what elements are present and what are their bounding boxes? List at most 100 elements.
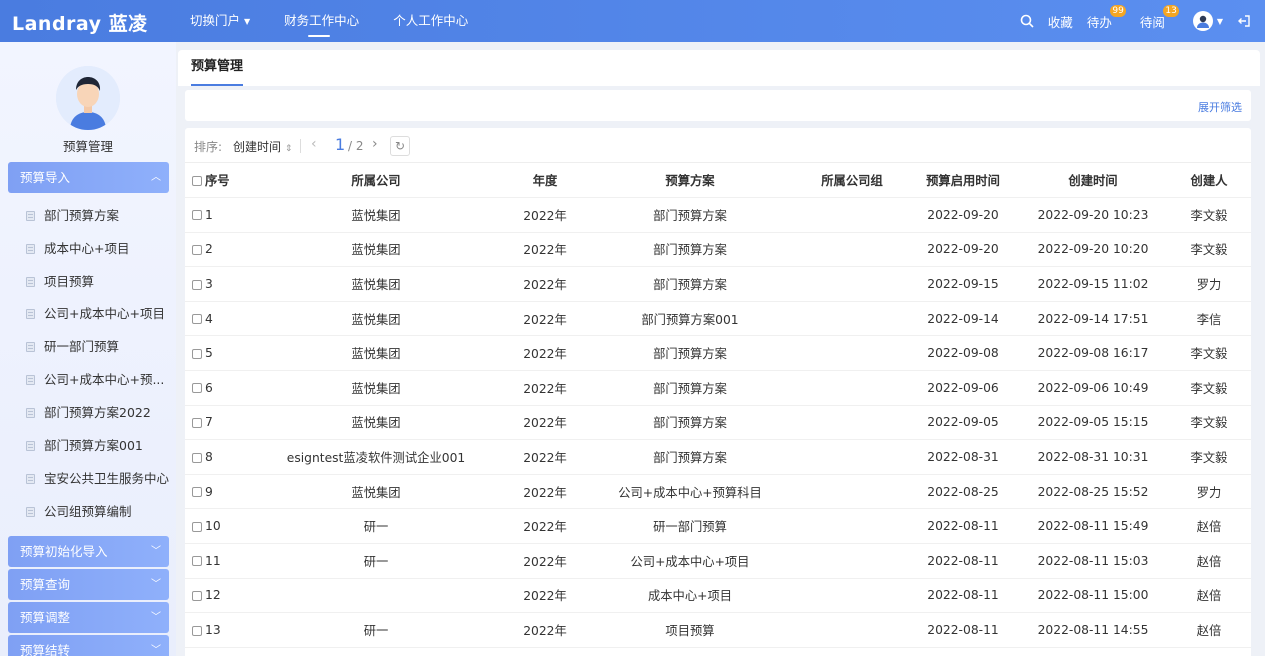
col-creator[interactable]: 创建人 (1167, 163, 1251, 199)
logout-icon[interactable] (1237, 14, 1251, 28)
sidebar-item-cost-center-project[interactable]: 成本中心+项目 (8, 236, 169, 262)
col-seq[interactable]: 序号 (205, 163, 245, 199)
tab-bar: 预算管理 (178, 50, 1260, 86)
table-row[interactable]: 10 研一 2022年 研一部门预算 2022-08-11 2022-08-11 15:4… (185, 508, 1251, 545)
table-row[interactable]: 4 蓝悦集团 2022年 部门预算方案001 2022-09-14 2022-09-14 … (185, 301, 1251, 337)
tab-budget-management[interactable]: 预算管理 (191, 50, 244, 86)
cell-creator: 罗力 (1167, 266, 1251, 302)
cell-group (797, 439, 907, 475)
table-row[interactable]: 6 蓝悦集团 2022年 部门预算方案 2022-09-06 2022-09-06 10:… (185, 370, 1251, 406)
sidebar-item-dept-budget-plan[interactable]: 部门预算方案 (8, 203, 169, 229)
cell-seq: 7 (205, 405, 245, 441)
nav-finance-center[interactable]: 财务工作中心 (284, 0, 359, 42)
table-row[interactable]: 2 蓝悦集团 2022年 部门预算方案 2022-09-20 2022-09-20 10:… (185, 232, 1251, 268)
sidebar-item-baoan-health-center[interactable]: 宝安公共卫生服务中心 (8, 466, 169, 492)
menu-group-budget-query[interactable]: 预算查询 ﹀ (8, 569, 169, 600)
sidebar-item-company-cost-budget[interactable]: 公司+成本中心+预... (8, 367, 169, 393)
row-checkbox[interactable] (185, 266, 205, 302)
cell-start: 2022-09-08 (907, 335, 1019, 372)
cell-group (797, 543, 907, 579)
cell-plan: 成本中心+项目 (583, 578, 797, 614)
next-page-icon[interactable]: › (372, 136, 378, 152)
cell-start: 2022-09-14 (907, 301, 1019, 337)
cell-company: esigntest蓝凌软件测试企业001 (245, 439, 507, 475)
cell-plan: 部门预算方案 (583, 405, 797, 441)
user-menu[interactable]: ▼ (1192, 11, 1223, 31)
cell-creator: 李文毅 (1167, 370, 1251, 406)
cell-plan: 公司+成本中心+项目 (583, 543, 797, 579)
cell-plan: 部门预算方案 (583, 197, 797, 233)
row-checkbox[interactable] (185, 232, 205, 268)
divider (300, 139, 301, 153)
row-checkbox[interactable] (185, 439, 205, 475)
table-row[interactable]: 7 蓝悦集团 2022年 部门预算方案 2022-09-05 2022-09-05 15:… (185, 405, 1251, 441)
table-row[interactable]: 11 研一 2022年 公司+成本中心+项目 2022-08-11 2022-08-11 … (185, 543, 1251, 579)
sidebar-item-dept-plan-2022[interactable]: 部门预算方案2022 (8, 400, 169, 426)
document-icon (26, 244, 35, 254)
search-icon[interactable] (1020, 14, 1034, 28)
col-plan[interactable]: 预算方案 (583, 163, 797, 199)
prev-page-icon[interactable]: ‹ (311, 136, 317, 152)
filter-bar: 展开筛选 (185, 90, 1251, 121)
cell-creator: 赵倍 (1167, 578, 1251, 614)
landray-logo[interactable]: Landray 蓝凌 (12, 9, 148, 36)
row-checkbox[interactable] (185, 197, 205, 233)
select-all-checkbox[interactable] (185, 163, 205, 199)
expand-filter-link[interactable]: 展开筛选 (1198, 90, 1242, 126)
col-year[interactable]: 年度 (507, 163, 583, 199)
todo-badge: 99 (1110, 4, 1126, 17)
sidebar-item-project-budget[interactable]: 项目预算 (8, 269, 169, 295)
current-page[interactable]: 1 (335, 135, 345, 154)
cell-company: 蓝悦集团 (245, 232, 507, 268)
toread-link[interactable]: 待阅 13 (1140, 4, 1179, 31)
budget-table: 序号 所属公司 年度 预算方案 所属公司组 预算启用时间 创建时间 创建人 1蓝… (185, 163, 1251, 648)
cell-created: 2022-09-05 15:15 (1019, 405, 1167, 441)
cell-start: 2022-08-31 (907, 439, 1019, 475)
menu-group-budget-adjust[interactable]: 预算调整 ﹀ (8, 602, 169, 633)
top-right-tools: 收藏 待办 99 待阅 13 ▼ (1006, 0, 1251, 42)
todo-link[interactable]: 待办 99 (1087, 4, 1126, 31)
col-created[interactable]: 创建时间 (1019, 163, 1167, 199)
row-checkbox[interactable] (185, 335, 205, 372)
cell-year: 2022年 (507, 301, 583, 337)
cell-seq: 2 (205, 232, 245, 268)
table-row[interactable]: 5 蓝悦集团 2022年 部门预算方案 2022-09-08 2022-09-08 16:… (185, 335, 1251, 372)
menu-group-budget-import[interactable]: 预算导入 ︿ (8, 162, 169, 193)
table-row[interactable]: 9 蓝悦集团 2022年 公司+成本中心+预算科目 2022-08-25 2022-08-… (185, 474, 1251, 510)
sidebar-item-yanyi-dept-budget[interactable]: 研一部门预算 (8, 334, 169, 360)
cell-created: 2022-08-11 15:00 (1019, 578, 1167, 614)
row-checkbox[interactable] (185, 612, 205, 648)
nav-personal-center[interactable]: 个人工作中心 (393, 0, 468, 42)
table-row[interactable]: 12 2022年 成本中心+项目 2022-08-11 2022-08-11 15:00… (185, 578, 1251, 614)
col-start-date[interactable]: 预算启用时间 (907, 163, 1019, 199)
col-company[interactable]: 所属公司 (245, 163, 507, 199)
menu-group-budget-init-import[interactable]: 预算初始化导入 ﹀ (8, 536, 169, 567)
sidebar-item-company-cost-project[interactable]: 公司+成本中心+项目 (8, 301, 169, 327)
sort-select[interactable]: 创建时间 ⇕ (233, 138, 292, 155)
nav-switch-portal[interactable]: 切换门户 ▼ (190, 0, 250, 42)
cell-seq: 8 (205, 439, 245, 475)
row-checkbox[interactable] (185, 405, 205, 441)
refresh-icon[interactable]: ↻ (390, 136, 410, 156)
cell-start: 2022-09-06 (907, 370, 1019, 406)
menu-group-budget-carryover[interactable]: 预算结转 ﹀ (8, 635, 169, 656)
table-row[interactable]: 3 蓝悦集团 2022年 部门预算方案 2022-09-15 2022-09-15 11:… (185, 266, 1251, 302)
table-row[interactable]: 8 esigntest蓝凌软件测试企业001 2022年 部门预算方案 2022-08-… (185, 439, 1251, 475)
row-checkbox[interactable] (185, 543, 205, 579)
row-checkbox[interactable] (185, 474, 205, 510)
table-row[interactable]: 1 蓝悦集团 2022年 部门预算方案 2022-09-20 2022-09-20 10:… (185, 197, 1251, 233)
document-icon (26, 474, 35, 484)
toread-badge: 13 (1163, 4, 1179, 17)
row-checkbox[interactable] (185, 508, 205, 545)
document-icon (26, 408, 35, 418)
collect-link[interactable]: 收藏 (1048, 12, 1073, 31)
cell-seq: 6 (205, 370, 245, 406)
sidebar-item-dept-plan-001[interactable]: 部门预算方案001 (8, 433, 169, 459)
row-checkbox[interactable] (185, 370, 205, 406)
row-checkbox[interactable] (185, 578, 205, 614)
table-row[interactable]: 13 研一 2022年 项目预算 2022-08-11 2022-08-11 14:55 赵… (185, 612, 1251, 648)
cell-seq: 4 (205, 301, 245, 337)
row-checkbox[interactable] (185, 301, 205, 337)
col-company-group[interactable]: 所属公司组 (797, 163, 907, 199)
sidebar-item-company-group-budget[interactable]: 公司组预算编制 (8, 499, 169, 525)
